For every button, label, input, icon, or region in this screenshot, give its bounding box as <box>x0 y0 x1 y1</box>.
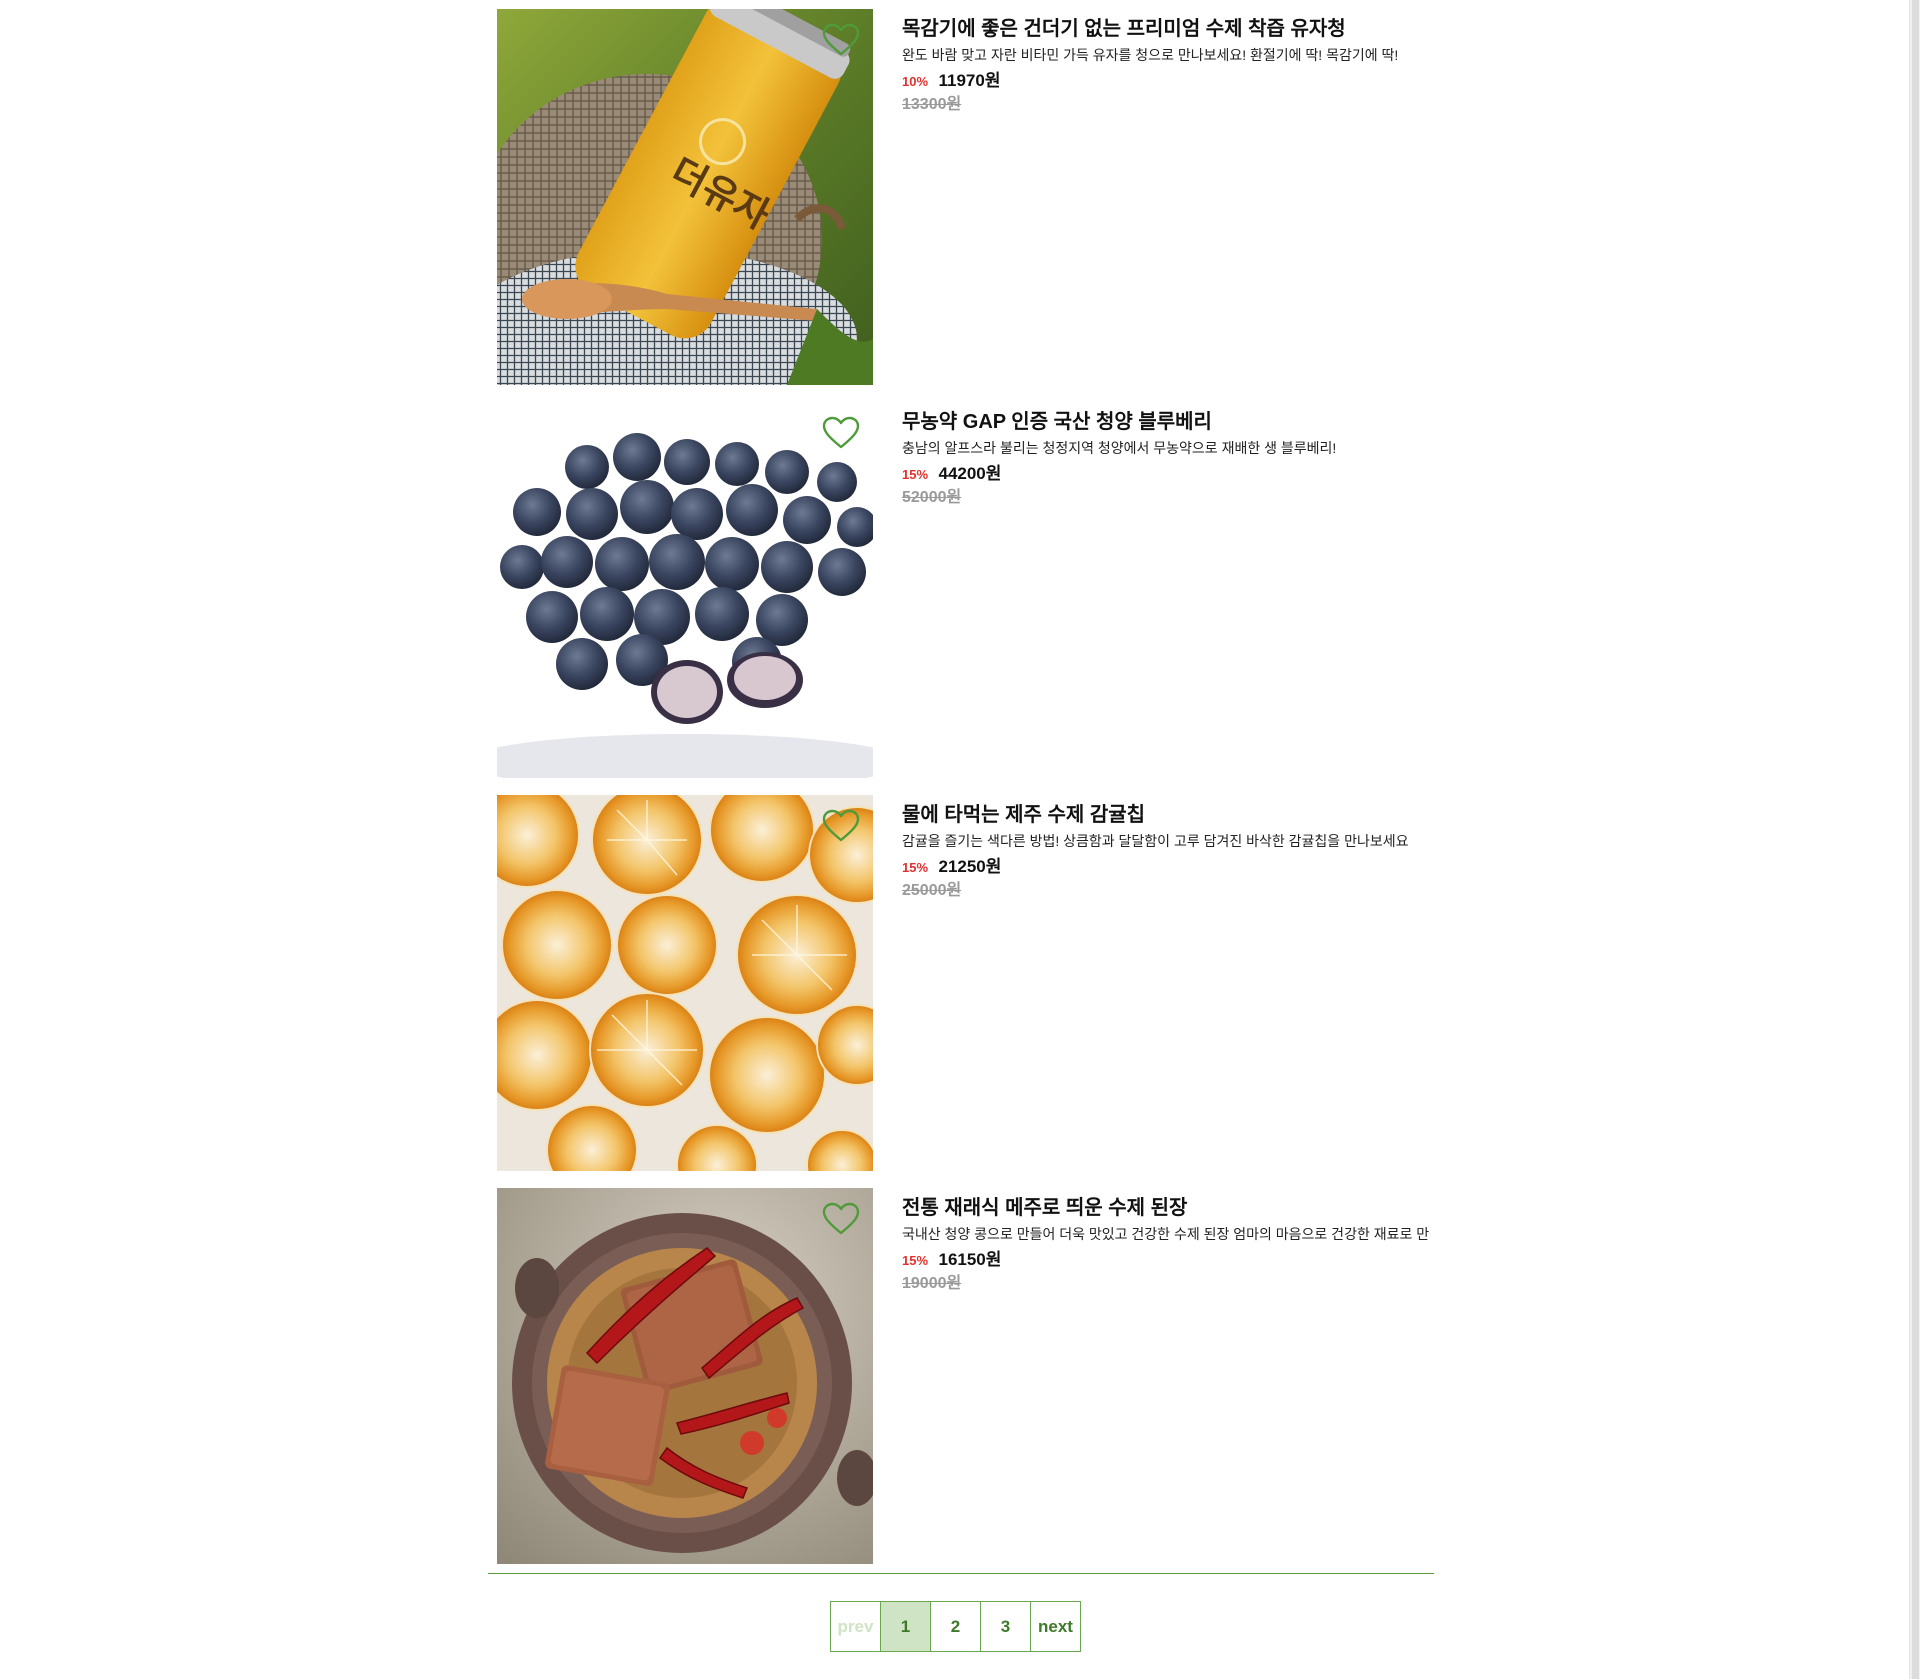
product-title[interactable]: 물에 타먹는 제주 수제 감귤칩 <box>902 803 1430 827</box>
discount-rate: 15% <box>902 860 929 875</box>
wishlist-heart-icon[interactable] <box>822 416 860 450</box>
product-description: 완도 바람 맞고 자란 비타민 가득 유자를 청으로 만나보세요! 환절기에 딱… <box>902 47 1399 63</box>
original-price: 52000원 <box>902 489 962 506</box>
page-button-1[interactable]: 1 <box>880 1601 931 1652</box>
discount-rate: 15% <box>902 1253 929 1268</box>
page-button-3[interactable]: 3 <box>980 1601 1031 1652</box>
scrollbar[interactable] <box>1909 0 1920 1679</box>
price-row: 15% 44200원 <box>902 463 1430 485</box>
list-divider <box>488 1573 1434 1574</box>
sale-price: 16150원 <box>938 1250 1002 1269</box>
product-image-tangerine[interactable] <box>497 795 873 1171</box>
wishlist-heart-icon[interactable] <box>822 23 860 57</box>
page-button-2[interactable]: 2 <box>930 1601 981 1652</box>
product-description: 충남의 알프스라 불리는 청정지역 청양에서 무농약으로 재배한 생 블루베리! <box>902 440 1337 456</box>
pagination: prev 1 2 3 next <box>830 1601 1081 1652</box>
product-title[interactable]: 전통 재래식 메주로 띄운 수제 된장 <box>902 1196 1430 1220</box>
next-page-button[interactable]: next <box>1030 1601 1081 1652</box>
scrollbar-thumb[interactable] <box>1912 0 1919 1679</box>
sale-price: 44200원 <box>938 464 1002 483</box>
original-price: 19000원 <box>902 1275 962 1292</box>
discount-rate: 15% <box>902 467 929 482</box>
product-item[interactable]: 물에 타먹는 제주 수제 감귤칩 감귤을 즐기는 색다른 방법! 상큼함과 달달… <box>497 795 1436 1171</box>
product-info: 목감기에 좋은 건더기 없는 프리미엄 수제 착즙 유자청 완도 바람 맞고 자… <box>902 17 1430 115</box>
product-item[interactable]: 더유자 목감기에 좋은 건더기 없는 프리미엄 수제 착즙 유자청 완도 바람 … <box>497 9 1436 385</box>
original-price: 25000원 <box>902 882 962 899</box>
wishlist-heart-icon[interactable] <box>822 1202 860 1236</box>
product-image-blueberry[interactable] <box>497 402 873 778</box>
price-row: 15% 16150원 <box>902 1249 1430 1271</box>
product-info: 물에 타먹는 제주 수제 감귤칩 감귤을 즐기는 색다른 방법! 상큼함과 달달… <box>902 803 1430 901</box>
prev-page-button[interactable]: prev <box>830 1601 881 1652</box>
price-row: 15% 21250원 <box>902 856 1430 878</box>
product-info: 무농약 GAP 인증 국산 청양 블루베리 충남의 알프스라 불리는 청정지역 … <box>902 410 1430 508</box>
sale-price: 21250원 <box>938 857 1002 876</box>
product-image-doenjang[interactable] <box>497 1188 873 1564</box>
product-item[interactable]: 무농약 GAP 인증 국산 청양 블루베리 충남의 알프스라 불리는 청정지역 … <box>497 402 1436 778</box>
product-title[interactable]: 무농약 GAP 인증 국산 청양 블루베리 <box>902 410 1430 434</box>
product-description: 국내산 청양 콩으로 만들어 더욱 맛있고 건강한 수제 된장 엄마의 마음으로… <box>902 1226 1430 1242</box>
product-item[interactable]: 전통 재래식 메주로 띄운 수제 된장 국내산 청양 콩으로 만들어 더욱 맛있… <box>497 1188 1436 1564</box>
product-info: 전통 재래식 메주로 띄운 수제 된장 국내산 청양 콩으로 만들어 더욱 맛있… <box>902 1196 1430 1294</box>
sale-price: 11970원 <box>938 71 1001 90</box>
price-row: 10% 11970원 <box>902 70 1430 92</box>
discount-rate: 10% <box>902 74 929 89</box>
product-image-yuja[interactable]: 더유자 <box>497 9 873 385</box>
page: 더유자 목감기에 좋은 건더기 없는 프리미엄 수제 착즙 유자청 완도 바람 … <box>0 0 1920 1679</box>
wishlist-heart-icon[interactable] <box>822 809 860 843</box>
product-description: 감귤을 즐기는 색다른 방법! 상큼함과 달달함이 고루 담겨진 바삭한 감귤칩… <box>902 833 1409 849</box>
product-title[interactable]: 목감기에 좋은 건더기 없는 프리미엄 수제 착즙 유자청 <box>902 17 1430 41</box>
original-price: 13300원 <box>902 96 962 113</box>
